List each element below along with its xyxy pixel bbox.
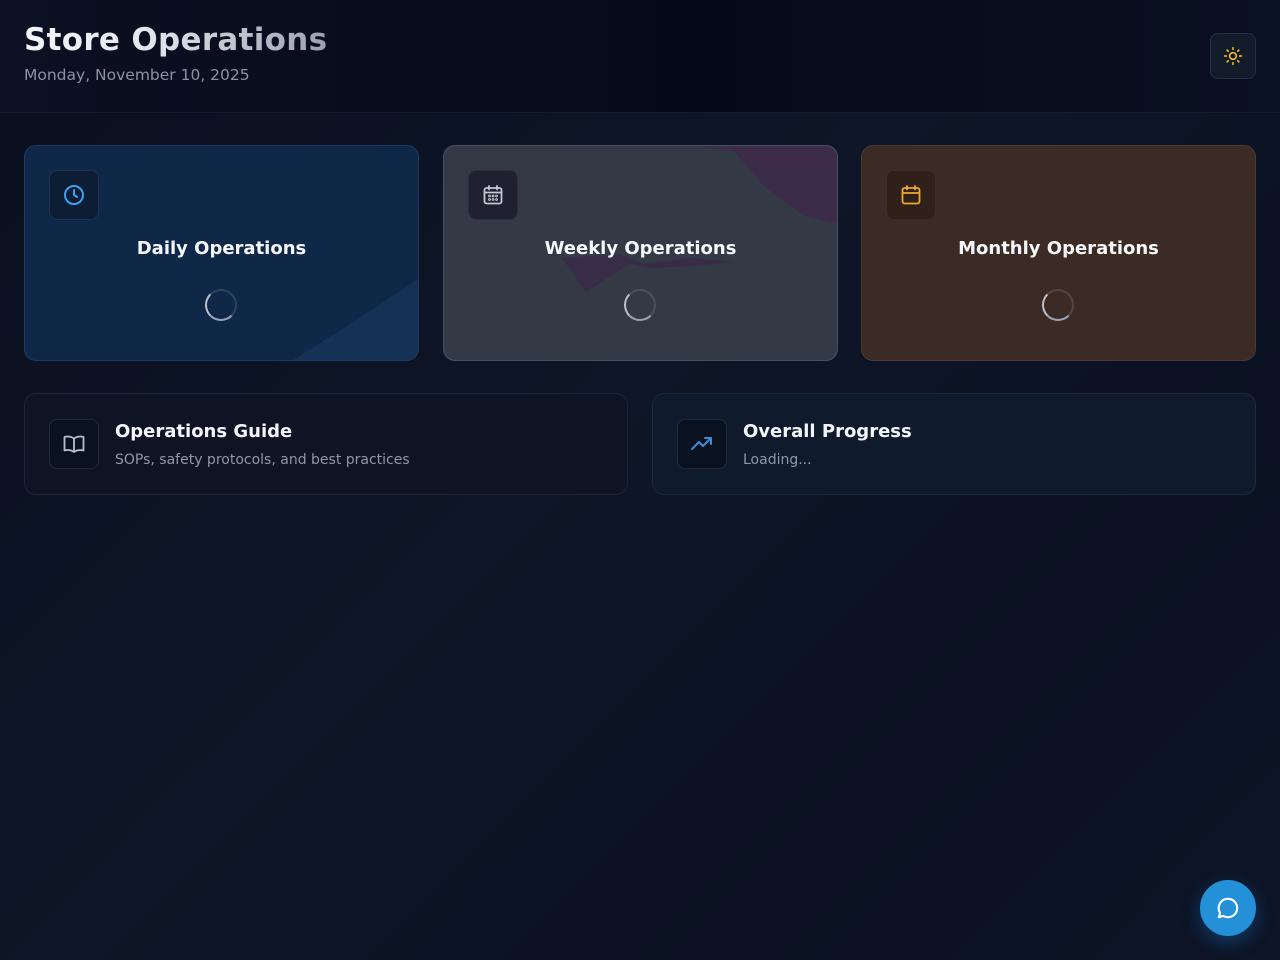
daily-operations-card[interactable]: Daily Operations — [24, 145, 419, 361]
card-title: Monthly Operations — [958, 238, 1159, 259]
operations-guide-card[interactable]: Operations Guide SOPs, safety protocols,… — [24, 393, 628, 495]
calendar-icon — [901, 185, 921, 205]
progress-icon-box — [677, 419, 727, 469]
progress-title: Overall Progress — [743, 421, 912, 442]
weekly-operations-card[interactable]: Weekly Operations — [443, 145, 838, 361]
loading-spinner — [1042, 289, 1074, 321]
monthly-icon-box — [886, 170, 936, 220]
chat-bubble-icon — [1217, 897, 1239, 919]
overall-progress-card[interactable]: Overall Progress Loading... — [652, 393, 1256, 495]
loading-spinner — [205, 289, 237, 321]
page-header: Store Operations Monday, November 10, 20… — [0, 0, 1280, 113]
calendar-grid-icon — [483, 185, 503, 205]
card-title: Daily Operations — [136, 238, 307, 259]
guide-icon-box — [49, 419, 99, 469]
guide-title: Operations Guide — [115, 421, 293, 442]
page-date: Monday, November 10, 2025 — [24, 66, 250, 84]
monthly-operations-card[interactable]: Monthly Operations — [861, 145, 1256, 361]
page-title: Store Operations — [24, 22, 328, 58]
clock-icon — [64, 185, 84, 205]
trending-up-icon — [691, 437, 712, 450]
book-open-icon — [63, 435, 85, 453]
theme-toggle-button[interactable] — [1210, 33, 1256, 79]
chat-button[interactable] — [1200, 880, 1256, 936]
progress-status: Loading... — [743, 452, 812, 468]
daily-icon-box — [49, 170, 99, 220]
loading-spinner — [624, 289, 656, 321]
card-title: Weekly Operations — [544, 238, 737, 259]
guide-subtitle: SOPs, safety protocols, and best practic… — [115, 452, 410, 468]
sun-icon — [1223, 46, 1243, 66]
weekly-icon-box — [468, 170, 518, 220]
